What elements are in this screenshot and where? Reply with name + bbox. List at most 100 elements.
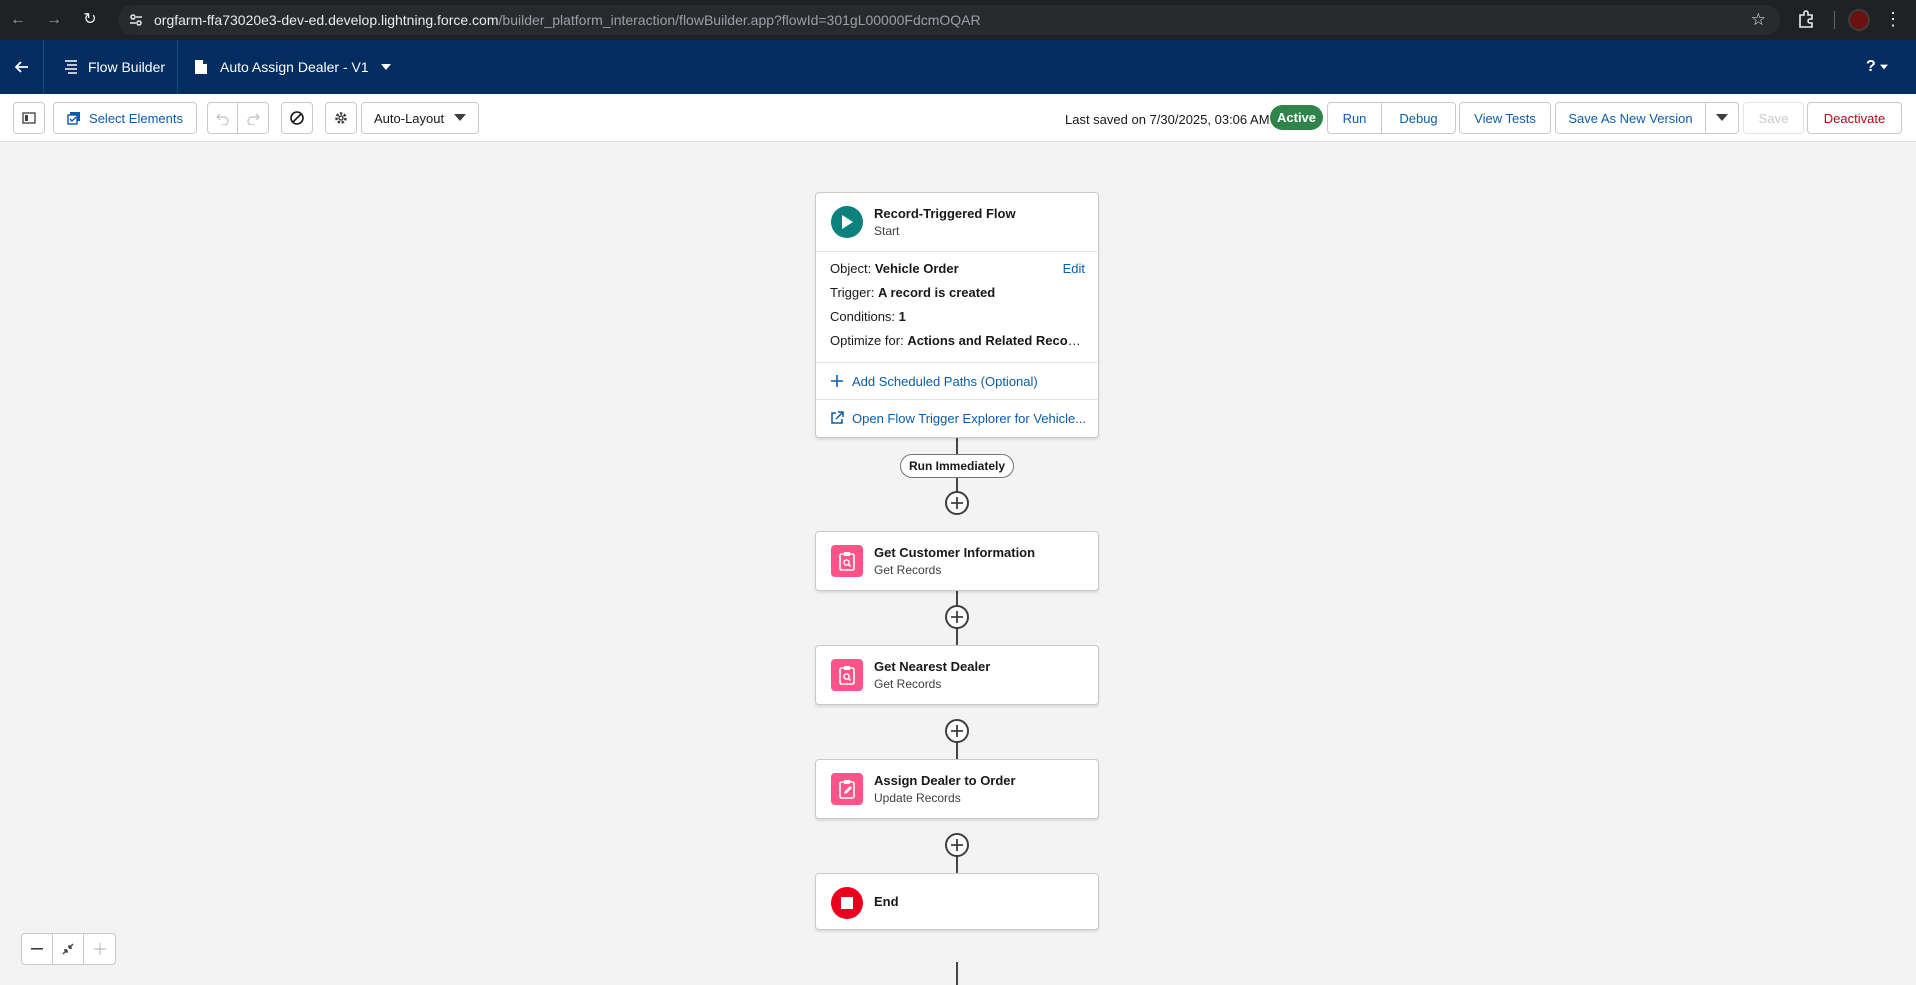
end-node[interactable]: End — [815, 873, 1099, 930]
save-as-group: Save As New Version — [1555, 102, 1739, 134]
browser-menu-icon[interactable]: ⋮ — [1884, 8, 1902, 30]
start-node-subtitle: Start — [874, 224, 900, 238]
flow-builder-icon — [65, 60, 77, 74]
plus-icon — [831, 375, 843, 387]
flow-canvas[interactable]: Record-Triggered Flow Start Object: Vehi… — [0, 143, 1916, 985]
stop-icon — [831, 887, 863, 919]
plus-icon — [951, 839, 963, 851]
save-options-button[interactable] — [1706, 103, 1738, 133]
add-scheduled-paths-label: Add Scheduled Paths (Optional) — [852, 373, 1038, 389]
node-title: Get Nearest Dealer — [874, 659, 991, 674]
external-link-icon — [831, 411, 844, 424]
start-node-title: Record-Triggered Flow — [874, 206, 1016, 221]
last-saved-text: Last saved on 7/30/2025, 03:06 AM — [1065, 112, 1270, 127]
bookmark-star-icon[interactable]: ☆ — [1751, 10, 1766, 30]
chevron-down-icon — [380, 64, 391, 70]
debug-button[interactable]: Debug — [1382, 103, 1455, 133]
error-check-button[interactable] — [281, 102, 313, 134]
conditions-row: Conditions: 1 — [830, 309, 906, 324]
open-trigger-explorer-label: Open Flow Trigger Explorer for Vehicle..… — [852, 410, 1087, 426]
app-header: Flow Builder Auto Assign Dealer - V1 ? — [0, 40, 1916, 94]
toolbar-divider — [1834, 11, 1835, 29]
layout-mode-value: Auto-Layout — [374, 110, 445, 126]
play-icon — [831, 206, 863, 238]
back-button[interactable] — [0, 40, 44, 94]
node-subtitle: Get Records — [874, 677, 942, 691]
run-button[interactable]: Run — [1328, 103, 1382, 133]
minus-icon — [31, 948, 43, 950]
panel-toggle-icon — [22, 112, 36, 124]
zoom-out-button[interactable] — [22, 934, 53, 964]
gear-icon — [335, 112, 347, 124]
ban-icon — [290, 111, 304, 125]
extensions-icon[interactable] — [1796, 9, 1816, 29]
document-icon — [195, 60, 207, 74]
flow-element-node[interactable]: Get Customer Information Get Records — [815, 531, 1099, 591]
plus-icon — [93, 943, 106, 955]
get-records-icon — [831, 659, 863, 691]
redo-icon — [246, 113, 260, 125]
select-elements-button[interactable]: Select Elements — [53, 102, 197, 134]
open-trigger-explorer-link[interactable]: Open Flow Trigger Explorer for Vehicle..… — [816, 399, 1098, 436]
app-switcher[interactable]: Flow Builder — [44, 40, 178, 94]
plus-icon — [951, 497, 963, 509]
undo-icon — [216, 113, 229, 125]
help-menu[interactable]: ? — [1866, 58, 1888, 76]
node-subtitle: Update Records — [874, 791, 961, 805]
fit-to-view-button[interactable] — [53, 934, 84, 964]
add-element-button[interactable] — [945, 833, 969, 857]
chevron-down-icon — [1879, 64, 1888, 70]
flow-toolbar: Select Elements Auto-Layout Last saved o… — [0, 94, 1916, 142]
plus-icon — [951, 725, 963, 737]
redo-button[interactable] — [238, 103, 268, 133]
select-elements-icon — [67, 112, 81, 125]
back-arrow-icon[interactable]: ← — [7, 9, 29, 31]
help-icon: ? — [1866, 58, 1876, 75]
node-title: Assign Dealer to Order — [874, 773, 1016, 788]
flow-element-node[interactable]: Assign Dealer to Order Update Records — [815, 759, 1099, 819]
site-settings-icon[interactable] — [128, 12, 144, 28]
reload-icon[interactable]: ↻ — [79, 9, 101, 31]
node-title: Get Customer Information — [874, 545, 1036, 560]
deactivate-button[interactable]: Deactivate — [1807, 102, 1902, 134]
zoom-controls — [21, 933, 116, 965]
add-element-button[interactable] — [945, 719, 969, 743]
undo-redo-group — [207, 102, 269, 134]
app-name: Flow Builder — [88, 59, 166, 75]
object-row: Object: Vehicle Order — [830, 261, 959, 276]
flow-name-menu[interactable]: Auto Assign Dealer - V1 — [178, 40, 391, 94]
settings-button[interactable] — [325, 102, 357, 134]
run-debug-group: Run Debug — [1327, 102, 1456, 134]
start-node-details: Object: Vehicle Order Trigger: A record … — [816, 251, 1098, 362]
view-tests-button[interactable]: View Tests — [1459, 102, 1551, 134]
collapse-icon — [62, 943, 74, 955]
address-bar[interactable]: orgfarm-ffa73020e3-dev-ed.develop.lightn… — [118, 5, 1780, 35]
node-subtitle: Get Records — [874, 563, 942, 577]
back-arrow-icon — [14, 61, 28, 73]
connector-line — [956, 962, 958, 985]
save-button[interactable]: Save — [1743, 102, 1804, 134]
save-as-new-version-button[interactable]: Save As New Version — [1556, 103, 1706, 133]
undo-button[interactable] — [208, 103, 238, 133]
chevron-down-icon — [454, 114, 466, 121]
add-element-button[interactable] — [945, 605, 969, 629]
optimize-row: Optimize for: Actions and Related Record… — [830, 333, 1082, 348]
layout-mode-select[interactable]: Auto-Layout — [361, 102, 479, 134]
add-scheduled-paths-link[interactable]: Add Scheduled Paths (Optional) — [816, 362, 1098, 399]
toggle-panel-button[interactable] — [13, 102, 45, 134]
add-element-button[interactable] — [945, 491, 969, 515]
select-elements-label: Select Elements — [89, 110, 183, 126]
trigger-row: Trigger: A record is created — [830, 285, 996, 300]
chevron-down-icon — [1716, 114, 1728, 121]
profile-avatar[interactable] — [1848, 9, 1870, 31]
plus-icon — [951, 611, 963, 623]
forward-arrow-icon[interactable]: → — [43, 9, 65, 31]
zoom-in-button[interactable] — [84, 934, 115, 964]
get-records-icon — [831, 545, 863, 577]
edit-start-link[interactable]: Edit — [1063, 261, 1085, 276]
url-text: orgfarm-ffa73020e3-dev-ed.develop.lightn… — [154, 12, 981, 28]
flow-element-node[interactable]: Get Nearest Dealer Get Records — [815, 645, 1099, 705]
end-node-title: End — [874, 894, 899, 909]
start-node-header[interactable]: Record-Triggered Flow Start — [816, 193, 1098, 251]
start-node[interactable]: Record-Triggered Flow Start Object: Vehi… — [815, 192, 1099, 438]
